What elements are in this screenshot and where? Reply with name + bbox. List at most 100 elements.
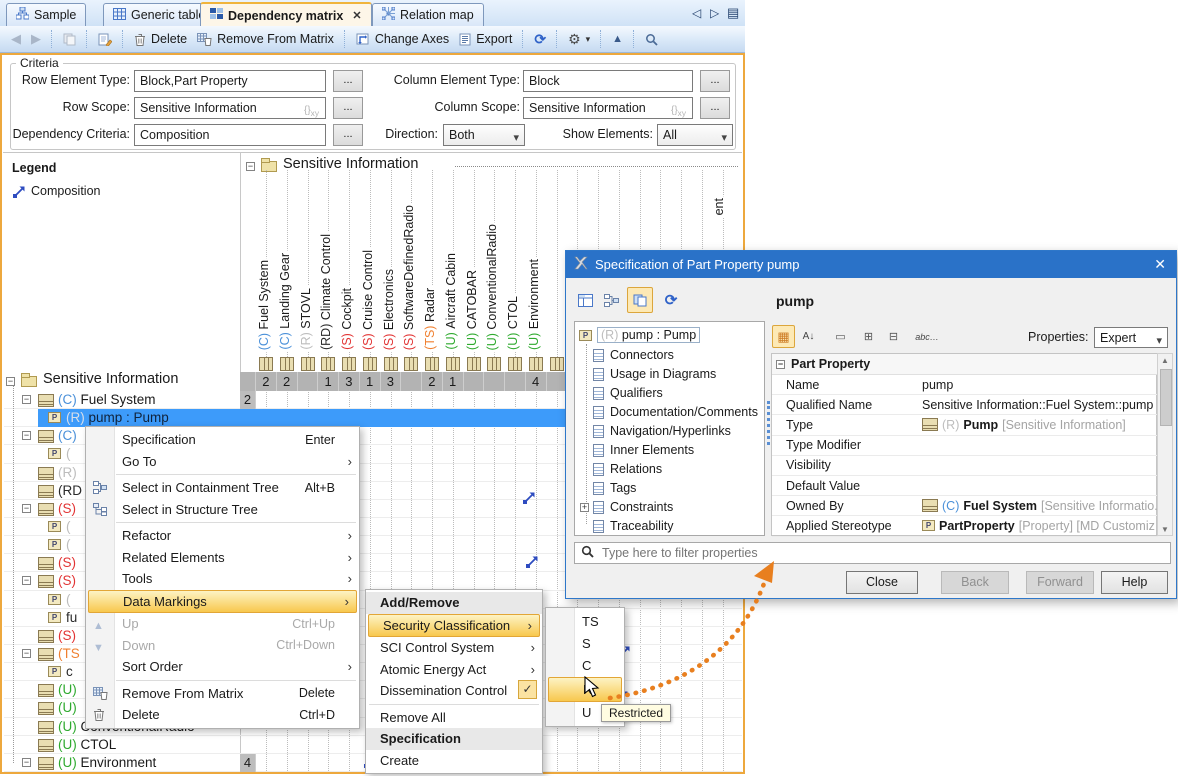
spec-tree-item-navigation-hyperlinks[interactable]: Navigation/Hyperlinks: [593, 422, 731, 440]
scroll-up-icon[interactable]: ▲: [1158, 354, 1172, 368]
tree-row-label[interactable]: (R): [58, 465, 77, 480]
properties-table[interactable]: −Part PropertyNamepumpQualified NameSens…: [771, 353, 1157, 536]
scroll-tabs-right-icon[interactable]: ▷: [710, 6, 719, 20]
menu-item-related-elements[interactable]: Related Elements›: [86, 547, 359, 569]
expander-icon[interactable]: +: [580, 503, 589, 512]
tree-row-label[interactable]: (S): [58, 501, 76, 516]
expander-icon[interactable]: −: [22, 504, 31, 513]
column-header-electronics[interactable]: (S) Electronics: [382, 267, 401, 352]
row-element-type-browse-button[interactable]: ...: [333, 70, 363, 92]
help-button[interactable]: Help: [1101, 571, 1168, 594]
expander-icon[interactable]: −: [22, 395, 31, 404]
column-header-catobar[interactable]: (U) CATOBAR: [465, 268, 484, 352]
spec-tree-item-connectors[interactable]: Connectors: [593, 346, 674, 364]
close-tab-icon[interactable]: ✕: [352, 9, 361, 22]
tree-row-label[interactable]: (: [66, 537, 71, 552]
show-description-icon[interactable]: ▭: [829, 325, 852, 348]
menu-item-up[interactable]: UpCtrl+Up▲: [86, 613, 359, 635]
property-value[interactable]: PPartProperty[Property] [MD Customiz: [922, 519, 1158, 533]
tree-row-label[interactable]: (S): [58, 573, 76, 588]
menu-item-data-markings[interactable]: Data Markings›: [88, 590, 357, 614]
properties-scrollbar[interactable]: ▲ ▼: [1157, 353, 1173, 536]
property-row-qualified-name[interactable]: Qualified NameSensitive Information::Fue…: [772, 395, 1158, 415]
column-header-stovl[interactable]: (R) STOVL: [299, 286, 318, 352]
refresh-icon[interactable]: ⟳: [529, 29, 551, 50]
standard-mode-icon[interactable]: ▦: [772, 325, 795, 348]
menu-item-dissemination-control[interactable]: Dissemination Control›: [366, 680, 542, 702]
menu-item-sort-order[interactable]: Sort Order›: [86, 656, 359, 678]
tree-row-label[interactable]: (: [66, 519, 71, 534]
spec-tree-item-traceability[interactable]: Traceability: [593, 517, 673, 535]
column-header-landing-gear[interactable]: (C) Landing Gear: [278, 251, 297, 352]
scrollbar-thumb[interactable]: [1160, 369, 1172, 426]
property-value[interactable]: pump: [922, 378, 1158, 392]
panel-splitter-handle[interactable]: [767, 401, 770, 445]
forward-icon[interactable]: ▶: [26, 29, 46, 49]
tab-relation-map[interactable]: Relation map: [372, 3, 484, 26]
report-icon[interactable]: [93, 31, 117, 48]
tree-row-label[interactable]: (: [66, 446, 71, 461]
property-section-header[interactable]: −Part Property: [772, 354, 1158, 375]
forward-button[interactable]: Forward: [1026, 571, 1094, 594]
tab-sample[interactable]: Sample: [6, 3, 86, 26]
refresh-icon[interactable]: ⟳: [658, 287, 684, 313]
expander-icon[interactable]: −: [22, 649, 31, 658]
column-header-softwaredefinedradio[interactable]: (S) SoftwareDefinedRadio: [402, 203, 421, 352]
collapse-all-icon[interactable]: ⊟: [882, 325, 905, 348]
tree-row-label[interactable]: (U): [58, 700, 77, 715]
tree-row-label[interactable]: (C): [58, 428, 77, 443]
property-row-name[interactable]: Namepump: [772, 375, 1158, 395]
row-root-expander-icon[interactable]: −: [6, 377, 15, 386]
tree-row-label[interactable]: (: [66, 592, 71, 607]
spec-tree-item-inner-elements[interactable]: Inner Elements: [593, 441, 694, 459]
pages-icon[interactable]: [627, 287, 653, 313]
tree-view-icon[interactable]: [598, 287, 624, 313]
search-icon[interactable]: [640, 31, 663, 48]
spec-tree-root[interactable]: P(R) pump : Pump: [579, 326, 700, 344]
property-row-default-value[interactable]: Default Value: [772, 476, 1158, 496]
property-row-type[interactable]: Type(R)Pump[Sensitive Information]: [772, 415, 1158, 435]
collapse-section-icon[interactable]: −: [776, 360, 785, 369]
menu-item-sci-control-system[interactable]: SCI Control System›: [366, 637, 542, 659]
column-scope-field[interactable]: Sensitive Information{}xy: [523, 97, 693, 119]
menu-item-select-in-containment-tree[interactable]: Select in Containment TreeAlt+B: [86, 477, 359, 499]
tab-dependency-matrix[interactable]: Dependency matrix ✕: [200, 2, 372, 27]
close-button[interactable]: Close: [846, 571, 918, 594]
row-element-type-field[interactable]: Block,Part Property: [134, 70, 326, 92]
column-header-climate-control[interactable]: (RD) Climate Control: [319, 232, 338, 352]
expand-all-icon[interactable]: ⊞: [857, 325, 880, 348]
column-header-fuel-system[interactable]: (C) Fuel System: [257, 258, 276, 352]
menu-item-atomic-energy-act[interactable]: Atomic Energy Act›: [366, 659, 542, 681]
row-scope-browse-button[interactable]: ...: [333, 97, 363, 119]
filter-properties-field[interactable]: [574, 542, 1171, 564]
column-header-ctol[interactable]: (U) CTOL: [506, 294, 525, 352]
tree-row-label[interactable]: (C) Fuel System: [58, 392, 156, 407]
property-row-visibility[interactable]: Visibility: [772, 456, 1158, 476]
abc-filter-icon[interactable]: abc…: [914, 325, 940, 348]
tree-row-label[interactable]: (S): [58, 555, 76, 570]
delete-button[interactable]: Delete: [129, 30, 192, 48]
column-scope-browse-button[interactable]: ...: [700, 97, 730, 119]
column-element-type-field[interactable]: Block: [523, 70, 693, 92]
tree-row-label[interactable]: (RD: [58, 483, 82, 498]
expander-icon[interactable]: −: [22, 431, 31, 440]
tree-row-label[interactable]: (TS: [58, 646, 80, 661]
expander-icon[interactable]: −: [22, 758, 31, 767]
show-elements-dropdown[interactable]: All▾: [657, 124, 733, 146]
change-axes-button[interactable]: Change Axes: [351, 30, 454, 48]
property-row-applied-stereotype[interactable]: Applied StereotypePPartProperty[Property…: [772, 516, 1158, 536]
menu-item-specification[interactable]: SpecificationEnter: [86, 429, 359, 451]
filter-properties-input[interactable]: [600, 545, 1170, 561]
tree-row-label[interactable]: (R) pump : Pump: [66, 410, 169, 425]
tree-row-label[interactable]: (U) Environment: [58, 755, 156, 770]
menu-item-remove-all[interactable]: Remove All: [366, 707, 542, 729]
menu-item-down[interactable]: DownCtrl+Down▼: [86, 635, 359, 657]
menu-item-c[interactable]: C: [546, 655, 624, 677]
menu-item-remove-from-matrix[interactable]: Remove From MatrixDelete: [86, 683, 359, 705]
menu-item-security-classification[interactable]: Security Classification›: [368, 614, 540, 638]
column-header-cockpit[interactable]: (S) Cockpit: [340, 286, 359, 352]
copy-icon[interactable]: [58, 31, 81, 48]
expander-icon[interactable]: −: [22, 576, 31, 585]
spec-tree-item-qualifiers[interactable]: Qualifiers: [593, 384, 663, 402]
menu-item-refactor[interactable]: Refactor›: [86, 525, 359, 547]
